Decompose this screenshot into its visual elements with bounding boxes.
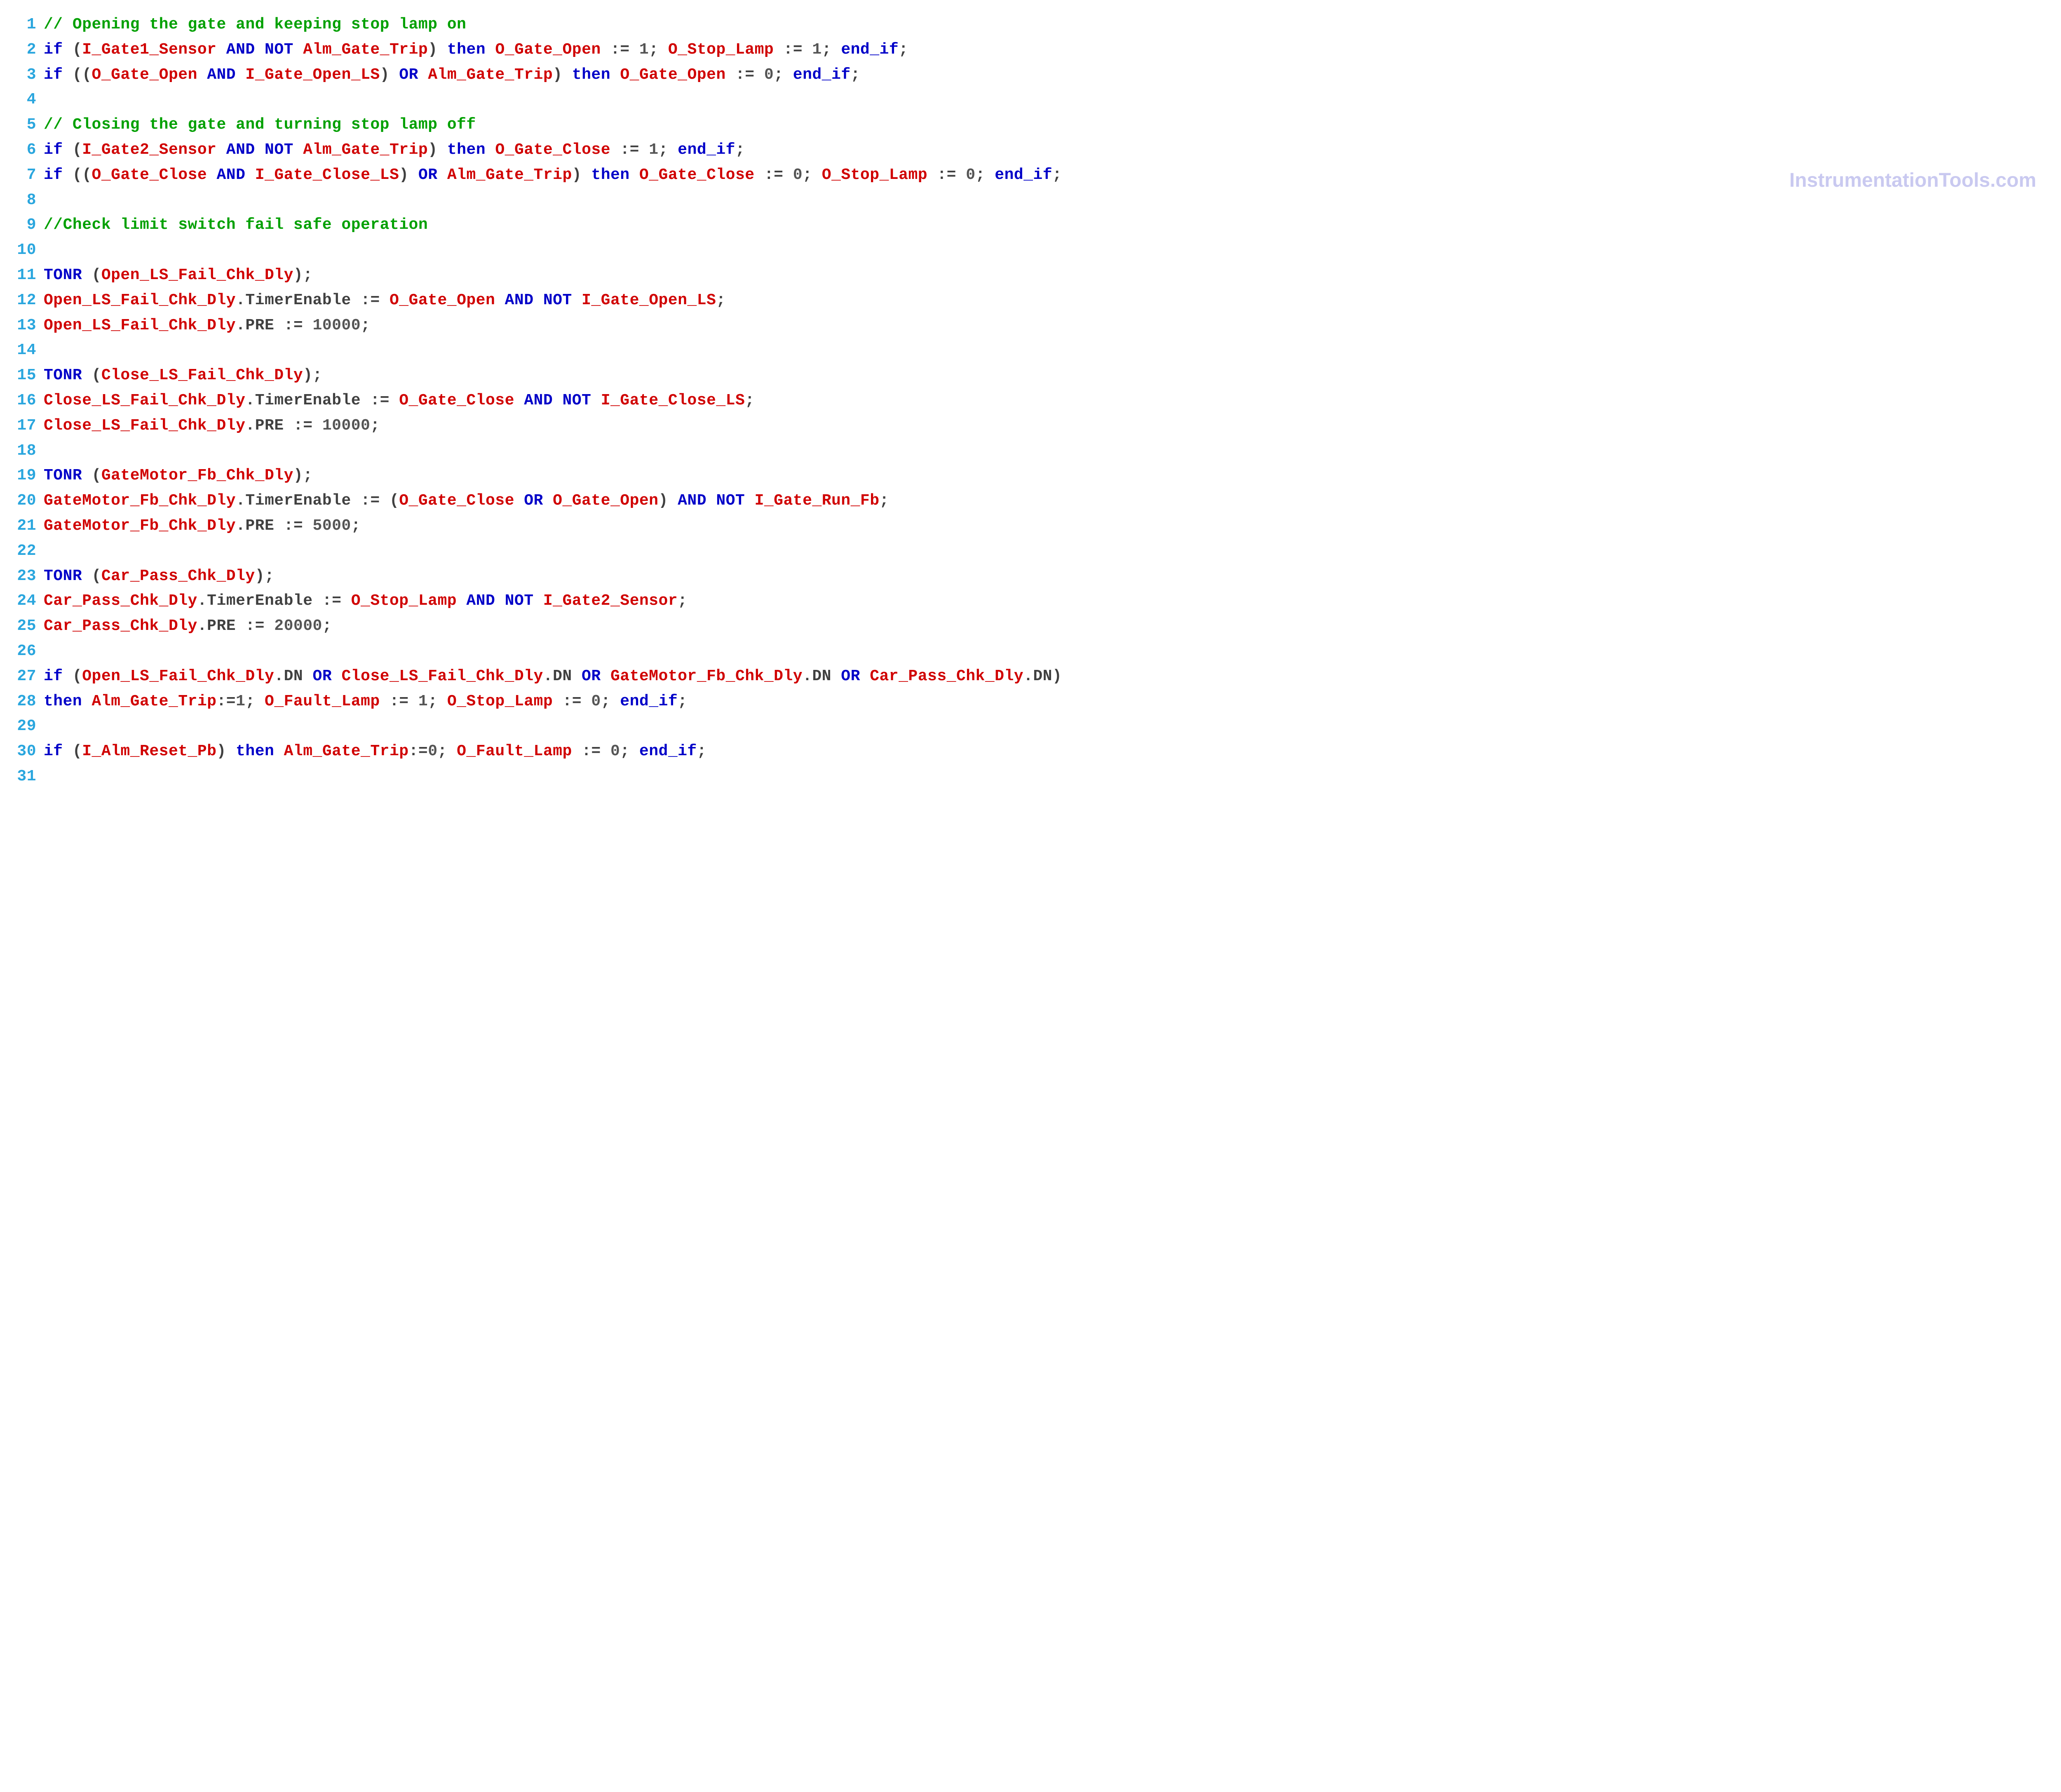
code-line: 8 bbox=[8, 188, 2053, 213]
code-content: //Check limit switch fail safe operation bbox=[44, 213, 428, 238]
code-content: Open_LS_Fail_Chk_Dly.PRE := 10000; bbox=[44, 313, 370, 338]
code-content bbox=[44, 764, 53, 789]
line-number: 24 bbox=[8, 589, 44, 614]
code-content bbox=[44, 714, 53, 739]
code-content: GateMotor_Fb_Chk_Dly.TimerEnable := (O_G… bbox=[44, 489, 889, 514]
line-number: 13 bbox=[8, 313, 44, 338]
line-number: 31 bbox=[8, 764, 44, 789]
code-content bbox=[44, 338, 53, 363]
code-line: 2if (I_Gate1_Sensor AND NOT Alm_Gate_Tri… bbox=[8, 38, 2053, 63]
code-line: 7if ((O_Gate_Close AND I_Gate_Close_LS) … bbox=[8, 163, 2053, 188]
code-content: if (I_Gate1_Sensor AND NOT Alm_Gate_Trip… bbox=[44, 38, 908, 63]
line-number: 3 bbox=[8, 63, 44, 88]
line-number: 16 bbox=[8, 388, 44, 413]
code-content: Close_LS_Fail_Chk_Dly.TimerEnable := O_G… bbox=[44, 388, 755, 413]
line-number: 22 bbox=[8, 539, 44, 564]
line-number: 4 bbox=[8, 87, 44, 113]
line-number: 15 bbox=[8, 363, 44, 388]
line-number: 6 bbox=[8, 138, 44, 163]
code-content: // Opening the gate and keeping stop lam… bbox=[44, 12, 466, 38]
line-number: 2 bbox=[8, 38, 44, 63]
code-line: 22 bbox=[8, 539, 2053, 564]
code-line: 12Open_LS_Fail_Chk_Dly.TimerEnable := O_… bbox=[8, 288, 2053, 313]
code-content: TONR (GateMotor_Fb_Chk_Dly); bbox=[44, 463, 313, 489]
code-content bbox=[44, 238, 53, 263]
line-number: 7 bbox=[8, 163, 44, 188]
line-number: 26 bbox=[8, 639, 44, 664]
line-number: 21 bbox=[8, 514, 44, 539]
code-content: if (I_Alm_Reset_Pb) then Alm_Gate_Trip:=… bbox=[44, 739, 707, 764]
line-number: 1 bbox=[8, 12, 44, 38]
code-content: TONR (Open_LS_Fail_Chk_Dly); bbox=[44, 263, 313, 288]
code-line: 11TONR (Open_LS_Fail_Chk_Dly); bbox=[8, 263, 2053, 288]
line-number: 17 bbox=[8, 413, 44, 439]
line-number: 5 bbox=[8, 113, 44, 138]
code-content: TONR (Close_LS_Fail_Chk_Dly); bbox=[44, 363, 322, 388]
code-line: 21GateMotor_Fb_Chk_Dly.PRE := 5000; bbox=[8, 514, 2053, 539]
code-content: Car_Pass_Chk_Dly.PRE := 20000; bbox=[44, 614, 332, 639]
code-line: 27if (Open_LS_Fail_Chk_Dly.DN OR Close_L… bbox=[8, 664, 2053, 689]
code-line: 26 bbox=[8, 639, 2053, 664]
code-line: 14 bbox=[8, 338, 2053, 363]
code-content bbox=[44, 87, 53, 113]
code-line: 3if ((O_Gate_Open AND I_Gate_Open_LS) OR… bbox=[8, 63, 2053, 88]
line-number: 8 bbox=[8, 188, 44, 213]
code-line: 30if (I_Alm_Reset_Pb) then Alm_Gate_Trip… bbox=[8, 739, 2053, 764]
code-line: 19TONR (GateMotor_Fb_Chk_Dly); bbox=[8, 463, 2053, 489]
code-line: 9//Check limit switch fail safe operatio… bbox=[8, 213, 2053, 238]
code-line: 29 bbox=[8, 714, 2053, 739]
line-number: 29 bbox=[8, 714, 44, 739]
code-content: // Closing the gate and turning stop lam… bbox=[44, 113, 476, 138]
code-content: Close_LS_Fail_Chk_Dly.PRE := 10000; bbox=[44, 413, 380, 439]
line-number: 25 bbox=[8, 614, 44, 639]
line-number: 10 bbox=[8, 238, 44, 263]
line-number: 12 bbox=[8, 288, 44, 313]
code-line: 4 bbox=[8, 87, 2053, 113]
code-line: 16Close_LS_Fail_Chk_Dly.TimerEnable := O… bbox=[8, 388, 2053, 413]
line-number: 27 bbox=[8, 664, 44, 689]
code-content: if ((O_Gate_Open AND I_Gate_Open_LS) OR … bbox=[44, 63, 860, 88]
code-line: 23TONR (Car_Pass_Chk_Dly); bbox=[8, 564, 2053, 589]
code-content bbox=[44, 188, 53, 213]
code-content: if (Open_LS_Fail_Chk_Dly.DN OR Close_LS_… bbox=[44, 664, 1062, 689]
code-content: Car_Pass_Chk_Dly.TimerEnable := O_Stop_L… bbox=[44, 589, 687, 614]
code-content bbox=[44, 639, 53, 664]
code-content bbox=[44, 539, 53, 564]
code-line: 10 bbox=[8, 238, 2053, 263]
line-number: 19 bbox=[8, 463, 44, 489]
code-line: 5// Closing the gate and turning stop la… bbox=[8, 113, 2053, 138]
code-line: 31 bbox=[8, 764, 2053, 789]
code-content: Open_LS_Fail_Chk_Dly.TimerEnable := O_Ga… bbox=[44, 288, 726, 313]
line-number: 9 bbox=[8, 213, 44, 238]
code-line: 24Car_Pass_Chk_Dly.TimerEnable := O_Stop… bbox=[8, 589, 2053, 614]
code-line: 17Close_LS_Fail_Chk_Dly.PRE := 10000; bbox=[8, 413, 2053, 439]
code-line: 25Car_Pass_Chk_Dly.PRE := 20000; bbox=[8, 614, 2053, 639]
code-content: if ((O_Gate_Close AND I_Gate_Close_LS) O… bbox=[44, 163, 1062, 188]
line-number: 20 bbox=[8, 489, 44, 514]
code-editor: 1// Opening the gate and keeping stop la… bbox=[8, 12, 2053, 789]
code-line: 20GateMotor_Fb_Chk_Dly.TimerEnable := (O… bbox=[8, 489, 2053, 514]
code-line: 28then Alm_Gate_Trip:=1; O_Fault_Lamp :=… bbox=[8, 689, 2053, 714]
code-content: then Alm_Gate_Trip:=1; O_Fault_Lamp := 1… bbox=[44, 689, 687, 714]
line-number: 14 bbox=[8, 338, 44, 363]
code-line: 13Open_LS_Fail_Chk_Dly.PRE := 10000; bbox=[8, 313, 2053, 338]
line-number: 28 bbox=[8, 689, 44, 714]
code-content bbox=[44, 439, 53, 464]
code-line: 1// Opening the gate and keeping stop la… bbox=[8, 12, 2053, 38]
code-content: if (I_Gate2_Sensor AND NOT Alm_Gate_Trip… bbox=[44, 138, 745, 163]
code-line: 6if (I_Gate2_Sensor AND NOT Alm_Gate_Tri… bbox=[8, 138, 2053, 163]
code-content: GateMotor_Fb_Chk_Dly.PRE := 5000; bbox=[44, 514, 361, 539]
code-content: TONR (Car_Pass_Chk_Dly); bbox=[44, 564, 274, 589]
line-number: 30 bbox=[8, 739, 44, 764]
code-line: 15TONR (Close_LS_Fail_Chk_Dly); bbox=[8, 363, 2053, 388]
line-number: 18 bbox=[8, 439, 44, 464]
line-number: 11 bbox=[8, 263, 44, 288]
line-number: 23 bbox=[8, 564, 44, 589]
code-line: 18 bbox=[8, 439, 2053, 464]
